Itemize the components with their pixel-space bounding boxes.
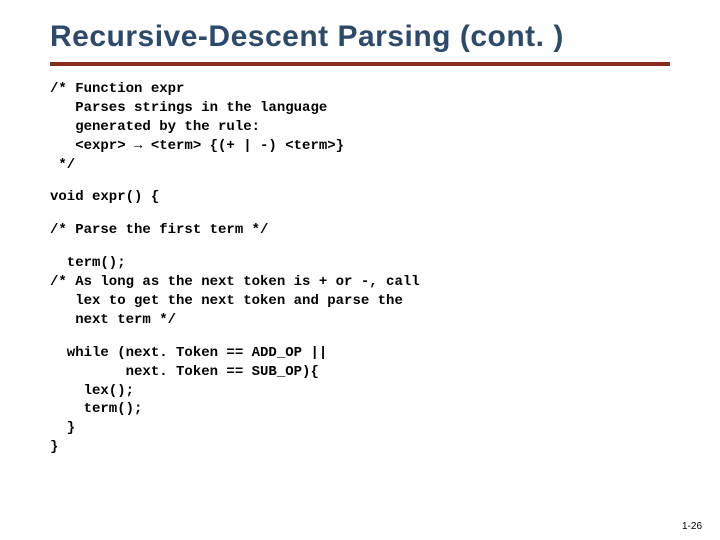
gap — [50, 330, 670, 344]
code-comment-first-term: /* Parse the first term */ — [50, 221, 670, 240]
page-number: 1-26 — [682, 521, 702, 532]
code-comment-header: /* Function expr Parses strings in the l… — [50, 80, 670, 174]
gap — [50, 207, 670, 221]
slide-title: Recursive-Descent Parsing (cont. ) — [50, 20, 670, 66]
slide: Recursive-Descent Parsing (cont. ) /* Fu… — [0, 0, 720, 540]
code-while-loop: while (next. Token == ADD_OP || next. To… — [50, 344, 670, 457]
code-func-decl: void expr() { — [50, 188, 670, 207]
gap — [50, 240, 670, 254]
gap — [50, 174, 670, 188]
code-term-and-comment: term(); /* As long as the next token is … — [50, 254, 670, 330]
